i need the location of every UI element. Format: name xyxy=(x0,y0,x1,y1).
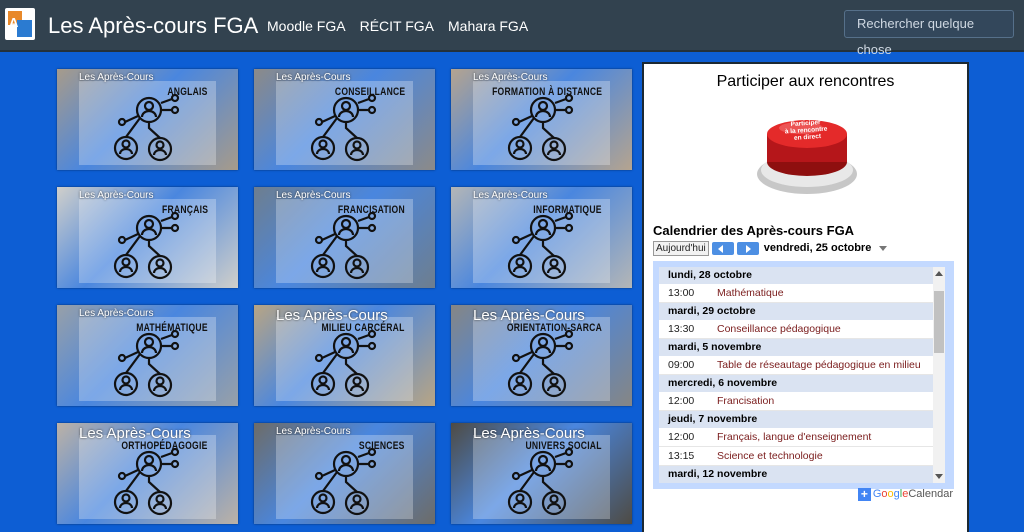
calendar-widget: Calendrier des Après-cours FGA Aujourd'h… xyxy=(653,223,961,509)
event-time: 13:30 xyxy=(668,323,695,335)
network-people-icon xyxy=(507,448,574,516)
google-wordmark-icon: Google xyxy=(872,488,909,500)
scroll-thumb[interactable] xyxy=(934,291,944,353)
course-tile[interactable]: Les Après-Cours FRANÇAIS xyxy=(57,187,238,288)
site-title[interactable]: Les Après-cours FGA xyxy=(48,13,258,39)
calendar-current-date: vendredi, 25 octobre xyxy=(763,242,872,254)
course-tile[interactable]: Les Après-Cours INFORMATIQUE xyxy=(451,187,632,288)
tile-brand: Les Après-Cours xyxy=(473,190,548,201)
event-time: 13:00 xyxy=(668,287,695,299)
event-title: Table de réseautage pédagogique en milie… xyxy=(717,359,921,371)
sidebar-title: Participer aux rencontres xyxy=(716,73,895,90)
agenda-day-header: lundi, 28 octobre xyxy=(659,267,941,284)
event-title: Français, langue d'enseignement xyxy=(717,431,872,443)
agenda-day-header: mardi, 5 novembre xyxy=(659,339,941,356)
main-nav: Moodle FGA RÉCIT FGA Mahara FGA xyxy=(267,18,528,34)
event-time: 12:00 xyxy=(668,395,695,407)
live-meeting-button[interactable]: Participer à la rencontre en direct xyxy=(754,112,860,196)
event-time: 09:00 xyxy=(668,359,695,371)
network-people-icon xyxy=(507,212,574,280)
search-input[interactable]: Rechercher quelque chose xyxy=(844,10,1014,57)
tile-brand: Les Après-Cours xyxy=(473,72,548,83)
calendar-title: Calendrier des Après-cours FGA xyxy=(653,223,855,238)
agenda-day-header: mercredi, 6 novembre xyxy=(659,375,941,392)
course-tile[interactable]: Les Après-Cours SCIENCES xyxy=(254,423,435,524)
event-time: 12:00 xyxy=(668,431,695,443)
course-tile[interactable]: Les Après-Cours UNIVERS SOCIAL xyxy=(451,423,632,524)
calendar-brand-label: Calendar xyxy=(908,488,953,500)
agenda-event[interactable]: 13:15 Science et technologie xyxy=(659,447,941,466)
agenda-day-header: mardi, 12 novembre xyxy=(659,466,941,483)
agenda-event[interactable]: 09:00 Table de réseautage pédagogique en … xyxy=(659,356,941,375)
nav-link-recit[interactable]: RÉCIT FGA xyxy=(360,18,434,34)
network-people-icon xyxy=(113,448,180,516)
tile-brand: Les Après-Cours xyxy=(79,190,154,201)
course-tile[interactable]: Les Après-Cours ORTHOPÉDAGOGIE xyxy=(57,423,238,524)
course-tile[interactable]: Les Après-Cours FRANCISATION xyxy=(254,187,435,288)
network-people-icon xyxy=(113,330,180,398)
prev-arrow-icon[interactable] xyxy=(711,241,734,255)
tile-brand: Les Après-Cours xyxy=(276,190,351,201)
course-tile[interactable]: Les Après-Cours FORMATION À DISTANCE xyxy=(451,69,632,170)
agenda-event[interactable]: 13:00 Mathématique xyxy=(659,284,941,303)
add-plus-icon: + xyxy=(857,487,871,501)
agenda-event[interactable]: 13:30 Conseillance pédagogique xyxy=(659,320,941,339)
agenda-scrollbar[interactable] xyxy=(933,267,945,483)
google-calendar-link[interactable]: + Google Calendar xyxy=(857,487,953,501)
network-people-icon xyxy=(113,94,180,162)
calendar-nav: Aujourd'hui vendredi, 25 octobre xyxy=(653,240,888,256)
course-tile[interactable]: Les Après-Cours MATHÉMATIQUE xyxy=(57,305,238,406)
top-navbar: A Les Après-cours FGA Moodle FGA RÉCIT F… xyxy=(0,0,1024,57)
tile-brand: Les Après-Cours xyxy=(79,72,154,83)
network-people-icon xyxy=(310,448,377,516)
tile-brand: Les Après-Cours xyxy=(79,308,154,319)
sidebar-panel: Participer aux rencontres Participer à l… xyxy=(642,62,969,532)
event-title: Mathématique xyxy=(717,287,784,299)
logo-blue-square xyxy=(17,20,32,37)
date-dropdown-icon[interactable] xyxy=(879,245,888,251)
course-tile[interactable]: Les Après-Cours CONSEILLANCE xyxy=(254,69,435,170)
scroll-down-icon[interactable] xyxy=(935,474,943,479)
event-title: Science et technologie xyxy=(717,450,823,462)
network-people-icon xyxy=(310,330,377,398)
network-people-icon xyxy=(507,330,574,398)
agenda-event[interactable]: 12:00 Francisation xyxy=(659,392,941,411)
agenda-day-header: jeudi, 7 novembre xyxy=(659,411,941,428)
event-title: Francisation xyxy=(717,395,775,407)
event-title: Conseillance pédagogique xyxy=(717,323,841,335)
agenda-items: lundi, 28 octobre 13:00 Mathématique mardi,… xyxy=(659,267,941,483)
next-arrow-icon[interactable] xyxy=(736,241,759,255)
logo-letter: A xyxy=(9,15,18,30)
agenda-event[interactable]: 12:00 Français, langue d'enseignement xyxy=(659,428,941,447)
course-tile[interactable]: Les Après-Cours ANGLAIS xyxy=(57,69,238,170)
agenda-day-header: mardi, 29 octobre xyxy=(659,303,941,320)
nav-link-moodle[interactable]: Moodle FGA xyxy=(267,18,346,34)
today-button[interactable]: Aujourd'hui xyxy=(653,240,709,256)
network-people-icon xyxy=(310,212,377,280)
event-time: 13:15 xyxy=(668,450,695,462)
network-people-icon xyxy=(310,94,377,162)
tile-brand: Les Après-Cours xyxy=(276,72,351,83)
agenda-list: lundi, 28 octobre 13:00 Mathématique mardi,… xyxy=(653,261,954,489)
network-people-icon xyxy=(507,94,574,162)
scroll-up-icon[interactable] xyxy=(935,271,943,276)
site-logo[interactable]: A xyxy=(5,8,35,40)
course-tile[interactable]: Les Après-Cours MILIEU CARCÉRAL xyxy=(254,305,435,406)
course-tile-grid: Les Après-Cours ANGLAIS Les Après-Cours CON… xyxy=(57,69,637,527)
network-people-icon xyxy=(113,212,180,280)
nav-link-mahara[interactable]: Mahara FGA xyxy=(448,18,528,34)
tile-brand: Les Après-Cours xyxy=(276,426,351,437)
course-tile[interactable]: Les Après-Cours ORIENTATION-SARCA xyxy=(451,305,632,406)
